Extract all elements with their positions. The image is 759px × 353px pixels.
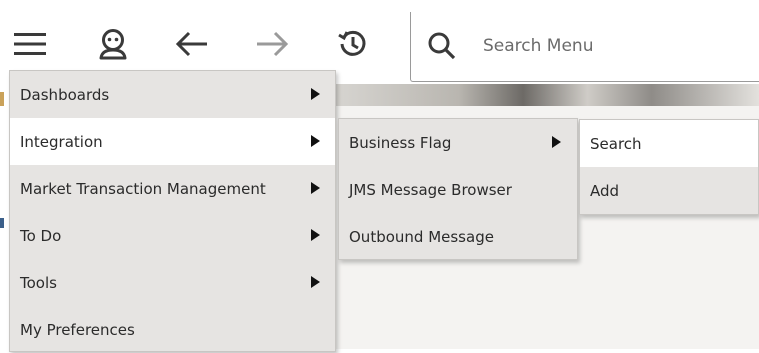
menu-item-label: Business Flag [349,133,452,152]
history-icon[interactable] [333,24,373,64]
user-icon[interactable] [93,24,133,64]
business-flag-submenu: Search Add [579,119,759,215]
menu-item-to-do[interactable]: To Do [10,212,335,259]
submenu-arrow-icon [552,136,561,148]
menu-item-search[interactable]: Search [580,120,758,167]
background-edge-mark [0,92,4,106]
integration-submenu: Business Flag JMS Message Browser Outbou… [338,118,578,260]
menu-item-add[interactable]: Add [580,167,758,214]
back-arrow-icon[interactable] [172,24,212,64]
background-banner [330,84,759,106]
submenu-arrow-icon [311,229,320,241]
toolbar [0,0,759,82]
search-box [410,12,759,82]
menu-item-business-flag[interactable]: Business Flag [339,119,577,166]
submenu-arrow-icon [311,182,320,194]
hamburger-menu-icon[interactable] [10,24,50,64]
menu-item-label: Tools [20,273,57,292]
menu-item-integration[interactable]: Integration [10,118,335,165]
menu-item-my-preferences[interactable]: My Preferences [10,306,335,353]
menu-item-label: My Preferences [20,320,135,339]
menu-item-label: To Do [20,226,62,245]
menu-item-outbound-message[interactable]: Outbound Message [339,213,577,260]
search-icon[interactable] [427,31,457,61]
menu-item-label: Market Transaction Management [20,179,266,198]
menu-item-market-transaction-management[interactable]: Market Transaction Management [10,165,335,212]
main-menu: Dashboards Integration Market Transactio… [9,70,336,352]
background-edge-mark [0,218,4,228]
menu-item-dashboards[interactable]: Dashboards [10,71,335,118]
menu-item-label: Add [590,181,620,200]
menu-item-label: JMS Message Browser [349,180,512,199]
menu-item-label: Dashboards [20,85,110,104]
menu-item-label: Outbound Message [349,227,494,246]
menu-item-jms-message-browser[interactable]: JMS Message Browser [339,166,577,213]
submenu-arrow-icon [311,88,320,100]
search-input[interactable] [483,33,743,59]
menu-item-label: Search [590,134,642,153]
menu-item-label: Integration [20,132,103,151]
submenu-arrow-icon [311,135,320,147]
submenu-arrow-icon [311,276,320,288]
menu-item-tools[interactable]: Tools [10,259,335,306]
forward-arrow-icon[interactable] [252,24,292,64]
